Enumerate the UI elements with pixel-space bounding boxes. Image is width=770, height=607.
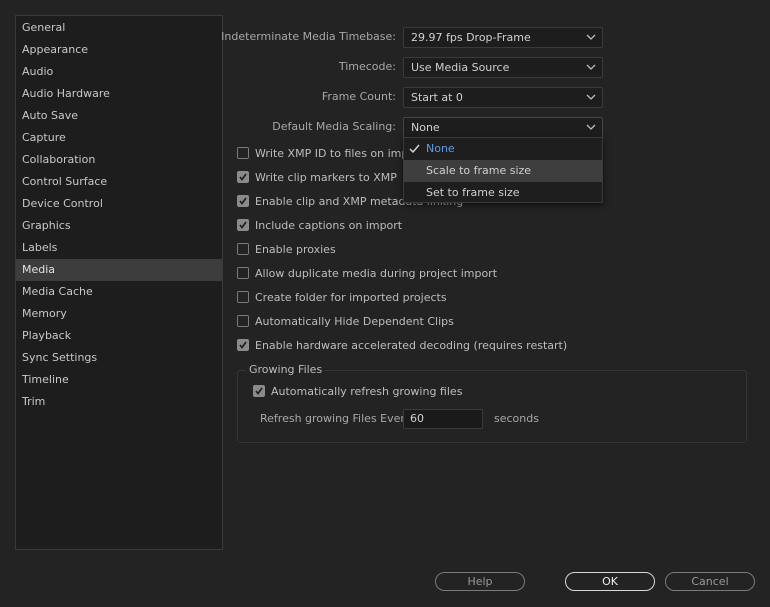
- growing-files-title: Growing Files: [246, 363, 326, 376]
- timecode-select[interactable]: Use Media Source: [403, 57, 603, 78]
- sidebar-item-timeline[interactable]: Timeline: [16, 369, 222, 391]
- sidebar-item-auto-save[interactable]: Auto Save: [16, 105, 222, 127]
- checkbox-box[interactable]: [237, 339, 249, 351]
- sidebar-item-trim[interactable]: Trim: [16, 391, 222, 413]
- checkbox-allow-duplicate-media[interactable]: Allow duplicate media during project imp…: [237, 266, 497, 282]
- chevron-down-icon: [586, 64, 596, 70]
- growing-files-group: [237, 370, 747, 443]
- checkbox-box[interactable]: [237, 291, 249, 303]
- scaling-option-none[interactable]: None: [404, 138, 602, 160]
- checkbox-write-xmp-id[interactable]: Write XMP ID to files on impor: [237, 146, 420, 162]
- sidebar-item-audio[interactable]: Audio: [16, 61, 222, 83]
- scaling-label: Default Media Scaling:: [272, 120, 396, 133]
- sidebar-item-memory[interactable]: Memory: [16, 303, 222, 325]
- frame-count-label: Frame Count:: [321, 90, 396, 103]
- checkbox-box[interactable]: [237, 219, 249, 231]
- checkbox-label: Automatically refresh growing files: [271, 385, 463, 398]
- checkmark-icon: [239, 341, 247, 349]
- checkbox-hide-dependent-clips[interactable]: Automatically Hide Dependent Clips: [237, 314, 454, 330]
- checkmark-icon: [409, 144, 420, 153]
- chevron-down-icon: [586, 94, 596, 100]
- sidebar-item-media-cache[interactable]: Media Cache: [16, 281, 222, 303]
- checkmark-icon: [255, 387, 263, 395]
- scaling-option-label: None: [426, 142, 455, 155]
- ok-button[interactable]: OK: [565, 572, 655, 591]
- checkbox-label: Automatically Hide Dependent Clips: [255, 315, 454, 328]
- chevron-down-icon: [586, 34, 596, 40]
- sidebar-item-control-surface[interactable]: Control Surface: [16, 171, 222, 193]
- timebase-label: Indeterminate Media Timebase:: [221, 30, 396, 43]
- refresh-interval-input[interactable]: 60: [403, 409, 483, 429]
- checkbox-box[interactable]: [237, 171, 249, 183]
- scaling-value: None: [411, 121, 440, 134]
- checkbox-box[interactable]: [237, 315, 249, 327]
- checkmark-icon: [239, 197, 247, 205]
- checkbox-label: Create folder for imported projects: [255, 291, 447, 304]
- sidebar-item-audio-hardware[interactable]: Audio Hardware: [16, 83, 222, 105]
- checkbox-box[interactable]: [237, 243, 249, 255]
- checkbox-auto-refresh-growing[interactable]: Automatically refresh growing files: [253, 384, 462, 400]
- scaling-option-label: Set to frame size: [426, 186, 520, 199]
- checkbox-box[interactable]: [237, 267, 249, 279]
- checkbox-box[interactable]: [253, 385, 265, 397]
- checkbox-label: Write clip markers to XMP: [255, 171, 397, 184]
- checkmark-icon: [239, 173, 247, 181]
- timebase-select[interactable]: 29.97 fps Drop-Frame: [403, 27, 603, 48]
- checkbox-create-folder[interactable]: Create folder for imported projects: [237, 290, 447, 306]
- scaling-select[interactable]: None: [403, 117, 603, 138]
- checkbox-write-clip-markers[interactable]: Write clip markers to XMP: [237, 170, 397, 186]
- cancel-button[interactable]: Cancel: [665, 572, 755, 591]
- sidebar-item-general[interactable]: General: [16, 17, 222, 39]
- checkbox-label: Write XMP ID to files on impor: [255, 147, 420, 160]
- sidebar-item-sync-settings[interactable]: Sync Settings: [16, 347, 222, 369]
- sidebar-item-capture[interactable]: Capture: [16, 127, 222, 149]
- checkbox-enable-proxies[interactable]: Enable proxies: [237, 242, 336, 258]
- scaling-dropdown-menu: None Scale to frame size Set to frame si…: [403, 137, 603, 203]
- refresh-interval-unit: seconds: [494, 412, 539, 425]
- sidebar-item-playback[interactable]: Playback: [16, 325, 222, 347]
- frame-count-value: Start at 0: [411, 91, 463, 104]
- checkmark-icon: [239, 221, 247, 229]
- preferences-window: General Appearance Audio Audio Hardware …: [0, 0, 770, 607]
- scaling-option-scale-to-frame[interactable]: Scale to frame size: [404, 160, 602, 182]
- sidebar-item-appearance[interactable]: Appearance: [16, 39, 222, 61]
- checkbox-include-captions[interactable]: Include captions on import: [237, 218, 402, 234]
- checkbox-label: Include captions on import: [255, 219, 403, 232]
- sidebar-item-labels[interactable]: Labels: [16, 237, 222, 259]
- sidebar-item-media[interactable]: Media: [16, 259, 222, 281]
- sidebar-item-collaboration[interactable]: Collaboration: [16, 149, 222, 171]
- checkbox-label: Enable hardware accelerated decoding (re…: [255, 339, 568, 352]
- checkbox-box[interactable]: [237, 195, 249, 207]
- timebase-value: 29.97 fps Drop-Frame: [411, 31, 531, 44]
- preferences-sidebar: General Appearance Audio Audio Hardware …: [15, 15, 223, 550]
- frame-count-select[interactable]: Start at 0: [403, 87, 603, 108]
- help-button[interactable]: Help: [435, 572, 525, 591]
- refresh-interval-label: Refresh growing Files Every: [260, 412, 412, 425]
- sidebar-item-graphics[interactable]: Graphics: [16, 215, 222, 237]
- scaling-option-set-to-frame[interactable]: Set to frame size: [404, 182, 602, 204]
- checkbox-label: Enable proxies: [255, 243, 336, 256]
- timecode-label: Timecode:: [338, 60, 396, 73]
- checkbox-box[interactable]: [237, 147, 249, 159]
- timecode-value: Use Media Source: [411, 61, 510, 74]
- checkbox-hardware-decoding[interactable]: Enable hardware accelerated decoding (re…: [237, 338, 567, 354]
- checkbox-label: Allow duplicate media during project imp…: [255, 267, 498, 280]
- scaling-option-label: Scale to frame size: [426, 164, 532, 177]
- chevron-down-icon: [586, 124, 596, 130]
- sidebar-item-device-control[interactable]: Device Control: [16, 193, 222, 215]
